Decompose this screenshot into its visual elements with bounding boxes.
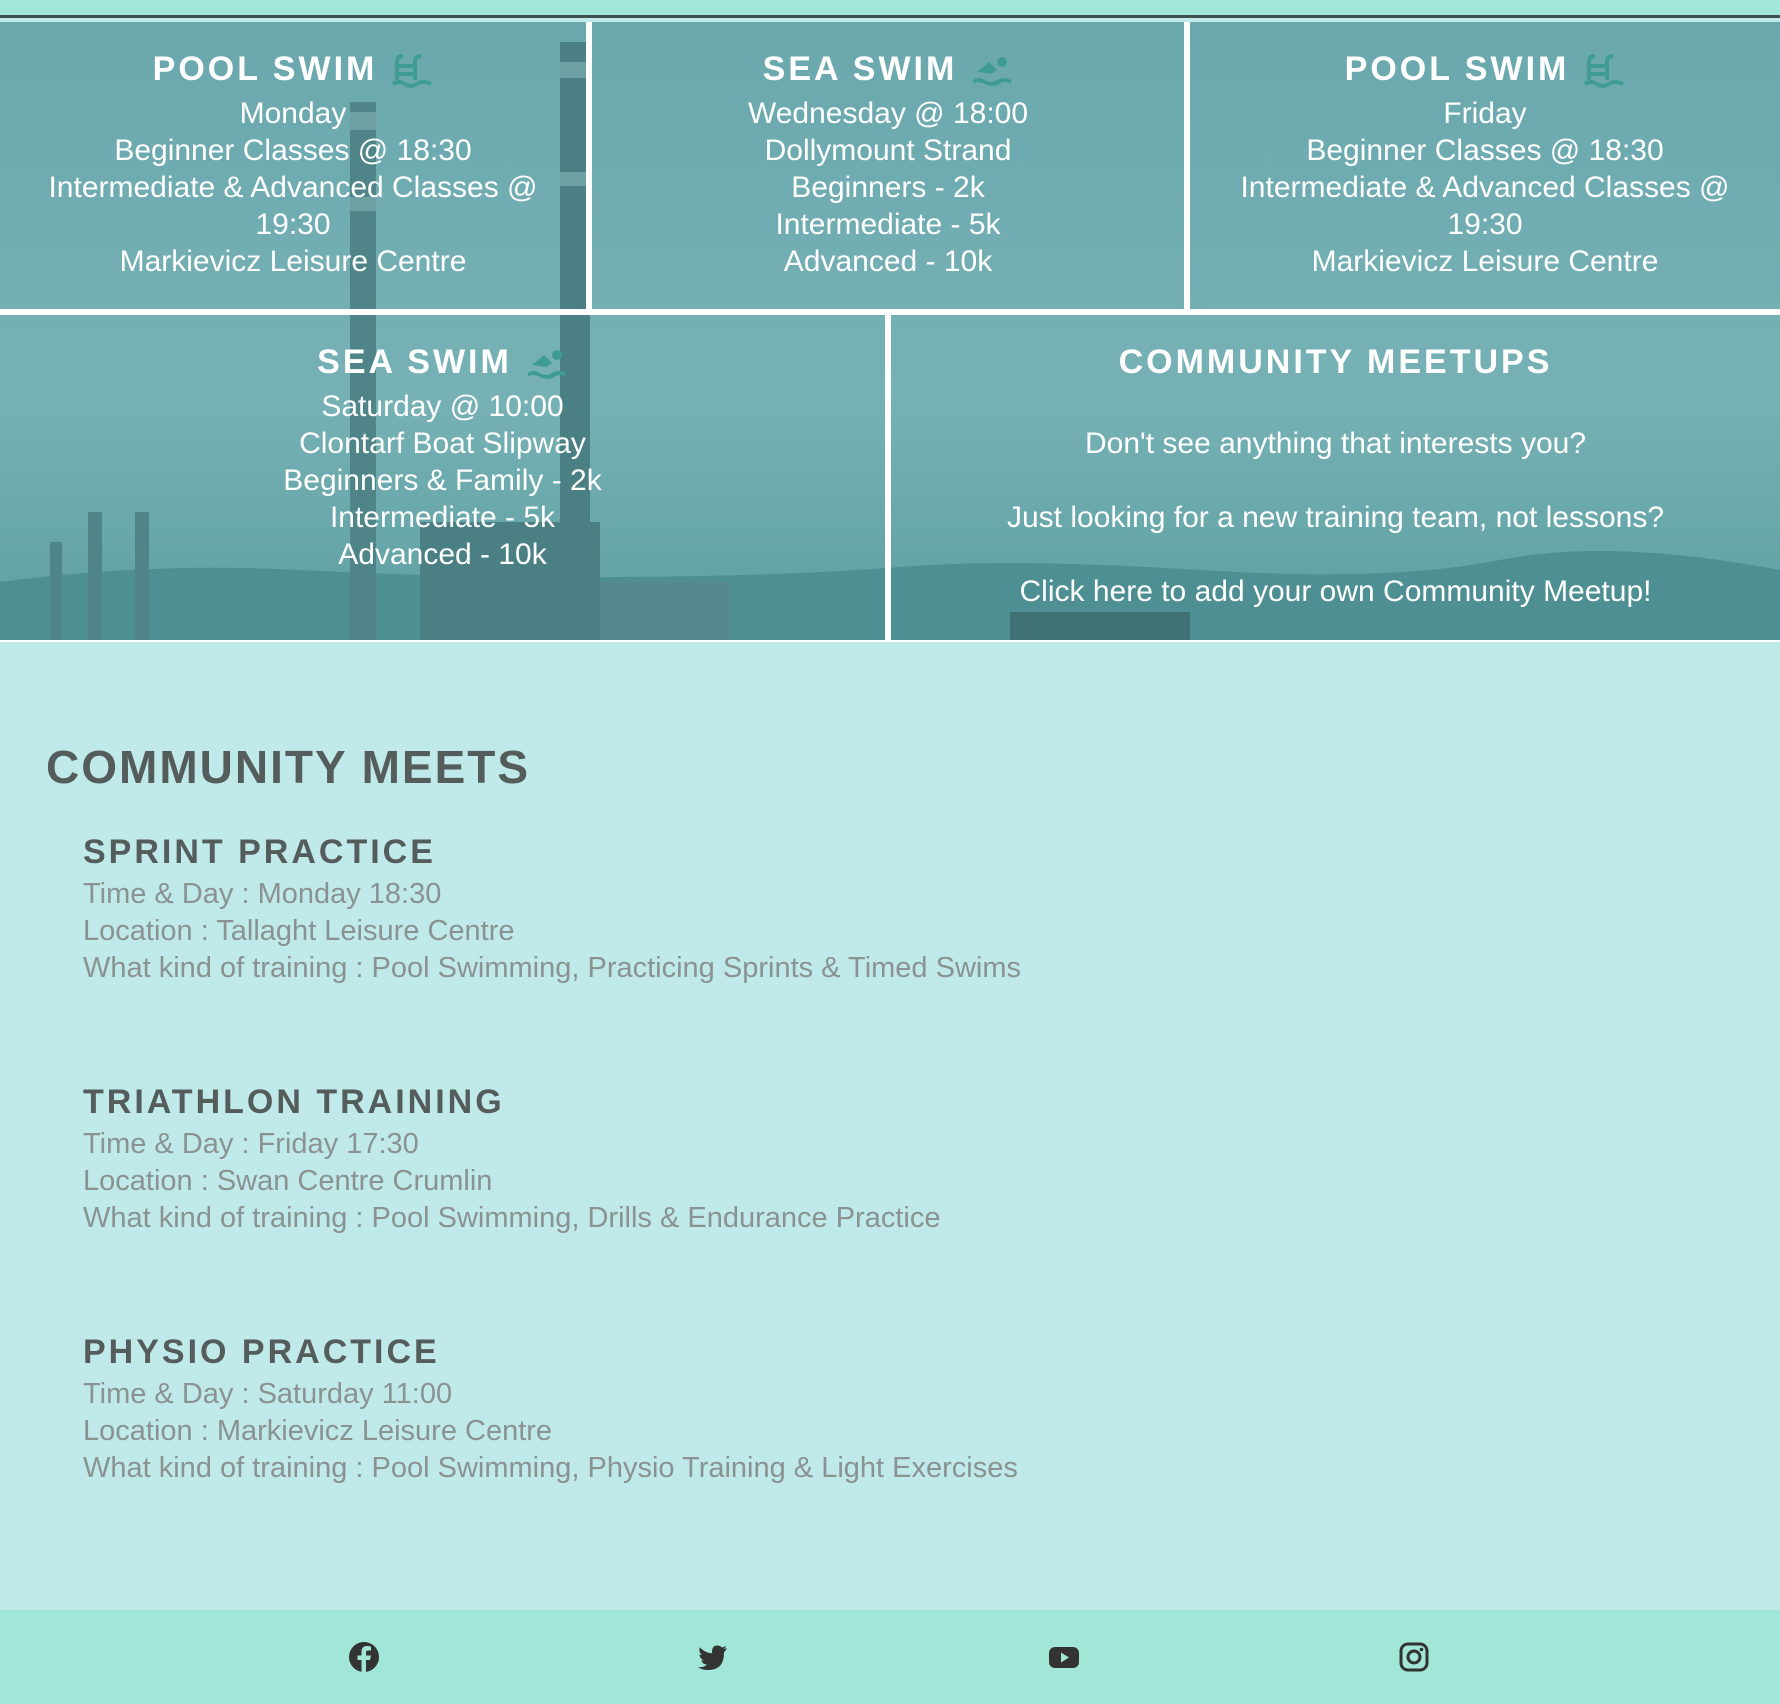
- meet-training: What kind of training : Pool Swimming, P…: [83, 952, 1021, 984]
- meet-item: TRIATHLON TRAINING Time & Day : Friday 1…: [83, 1083, 1683, 1237]
- card-line: Beginner Classes @ 18:30: [114, 134, 472, 167]
- top-bar: [0, 0, 1780, 18]
- twitter-icon[interactable]: [696, 1640, 730, 1674]
- meet-location: Location : Tallaght Leisure Centre: [83, 915, 515, 947]
- meet-time: Time & Day : Saturday 11:00: [83, 1378, 453, 1410]
- card-line: Intermediate - 5k: [329, 501, 556, 534]
- facebook-icon[interactable]: [347, 1640, 381, 1674]
- meet-training: What kind of training : Pool Swimming, P…: [83, 1452, 1018, 1484]
- card-line: Beginners & Family - 2k: [283, 464, 602, 497]
- meet-training: What kind of training : Pool Swimming, D…: [83, 1202, 941, 1234]
- meet-item: PHYSIO PRACTICE Time & Day : Saturday 11…: [83, 1333, 1683, 1487]
- card-line: Markievicz Leisure Centre: [119, 245, 467, 278]
- schedule-card-wednesday-sea: SEA SWIM Wednesday @ 18:00 Dollymount St…: [592, 22, 1184, 309]
- card-title: POOL SWIM: [1344, 50, 1570, 88]
- card-title: SEA SWIM: [762, 50, 958, 88]
- meet-title: SPRINT PRACTICE: [83, 833, 436, 871]
- card-line: Dollymount Strand: [764, 134, 1012, 167]
- card-line: Beginners - 2k: [791, 171, 985, 204]
- pool-icon: [392, 53, 433, 88]
- card-line: Friday: [1443, 97, 1527, 130]
- schedule-panel: POOL SWIM Monday Beginner Classes @ 18:3…: [0, 22, 1780, 642]
- card-title: POOL SWIM: [152, 50, 378, 88]
- schedule-card-saturday-sea: SEA SWIM Saturday @ 10:00 Clontarf Boat …: [0, 315, 885, 640]
- card-title: SEA SWIM: [317, 343, 512, 381]
- card-line: Advanced - 10k: [783, 245, 993, 278]
- swimmer-icon: [973, 56, 1012, 86]
- card-title: COMMUNITY MEETUPS: [1118, 343, 1553, 381]
- card-line: Beginner Classes @ 18:30: [1306, 134, 1664, 167]
- card-line: Intermediate & Advanced Classes @: [1240, 171, 1730, 204]
- card-line: Intermediate & Advanced Classes @: [48, 171, 538, 204]
- community-line: Just looking for a new training team, no…: [1006, 501, 1665, 534]
- meet-time: Time & Day : Friday 17:30: [83, 1128, 419, 1160]
- card-line: Intermediate - 5k: [775, 208, 1001, 241]
- schedule-card-friday-pool: POOL SWIM Friday Beginner Classes @ 18:3…: [1190, 22, 1780, 309]
- meet-time: Time & Day : Monday 18:30: [83, 878, 442, 910]
- card-line: Saturday @ 10:00: [321, 390, 564, 423]
- card-line: Monday: [239, 97, 347, 130]
- card-line: Clontarf Boat Slipway: [299, 427, 586, 460]
- meet-title: TRIATHLON TRAINING: [83, 1083, 505, 1121]
- meet-item: SPRINT PRACTICE Time & Day : Monday 18:3…: [83, 833, 1683, 987]
- schedule-card-monday-pool: POOL SWIM Monday Beginner Classes @ 18:3…: [0, 22, 586, 309]
- instagram-icon[interactable]: [1397, 1640, 1431, 1674]
- community-meetups-card: COMMUNITY MEETUPS Don't see anything tha…: [891, 315, 1780, 640]
- meet-location: Location : Swan Centre Crumlin: [83, 1165, 493, 1197]
- community-meets-section: COMMUNITY MEETS SPRINT PRACTICE Time & D…: [0, 645, 1780, 1610]
- community-line: Don't see anything that interests you?: [1084, 427, 1587, 460]
- card-line: Markievicz Leisure Centre: [1311, 245, 1659, 278]
- youtube-icon[interactable]: [1047, 1640, 1081, 1674]
- meet-location: Location : Markievicz Leisure Centre: [83, 1415, 553, 1447]
- add-meetup-link[interactable]: Click here to add your own Community Mee…: [891, 573, 1780, 610]
- footer: [0, 1610, 1780, 1704]
- meet-title: PHYSIO PRACTICE: [83, 1333, 440, 1371]
- swimmer-icon: [527, 349, 566, 379]
- card-line: Advanced - 10k: [338, 538, 547, 571]
- card-line: Wednesday @ 18:00: [747, 97, 1029, 130]
- pool-icon: [1584, 53, 1625, 88]
- section-heading: COMMUNITY MEETS: [46, 741, 531, 793]
- card-line: 19:30: [1447, 208, 1523, 241]
- card-line: 19:30: [255, 208, 331, 241]
